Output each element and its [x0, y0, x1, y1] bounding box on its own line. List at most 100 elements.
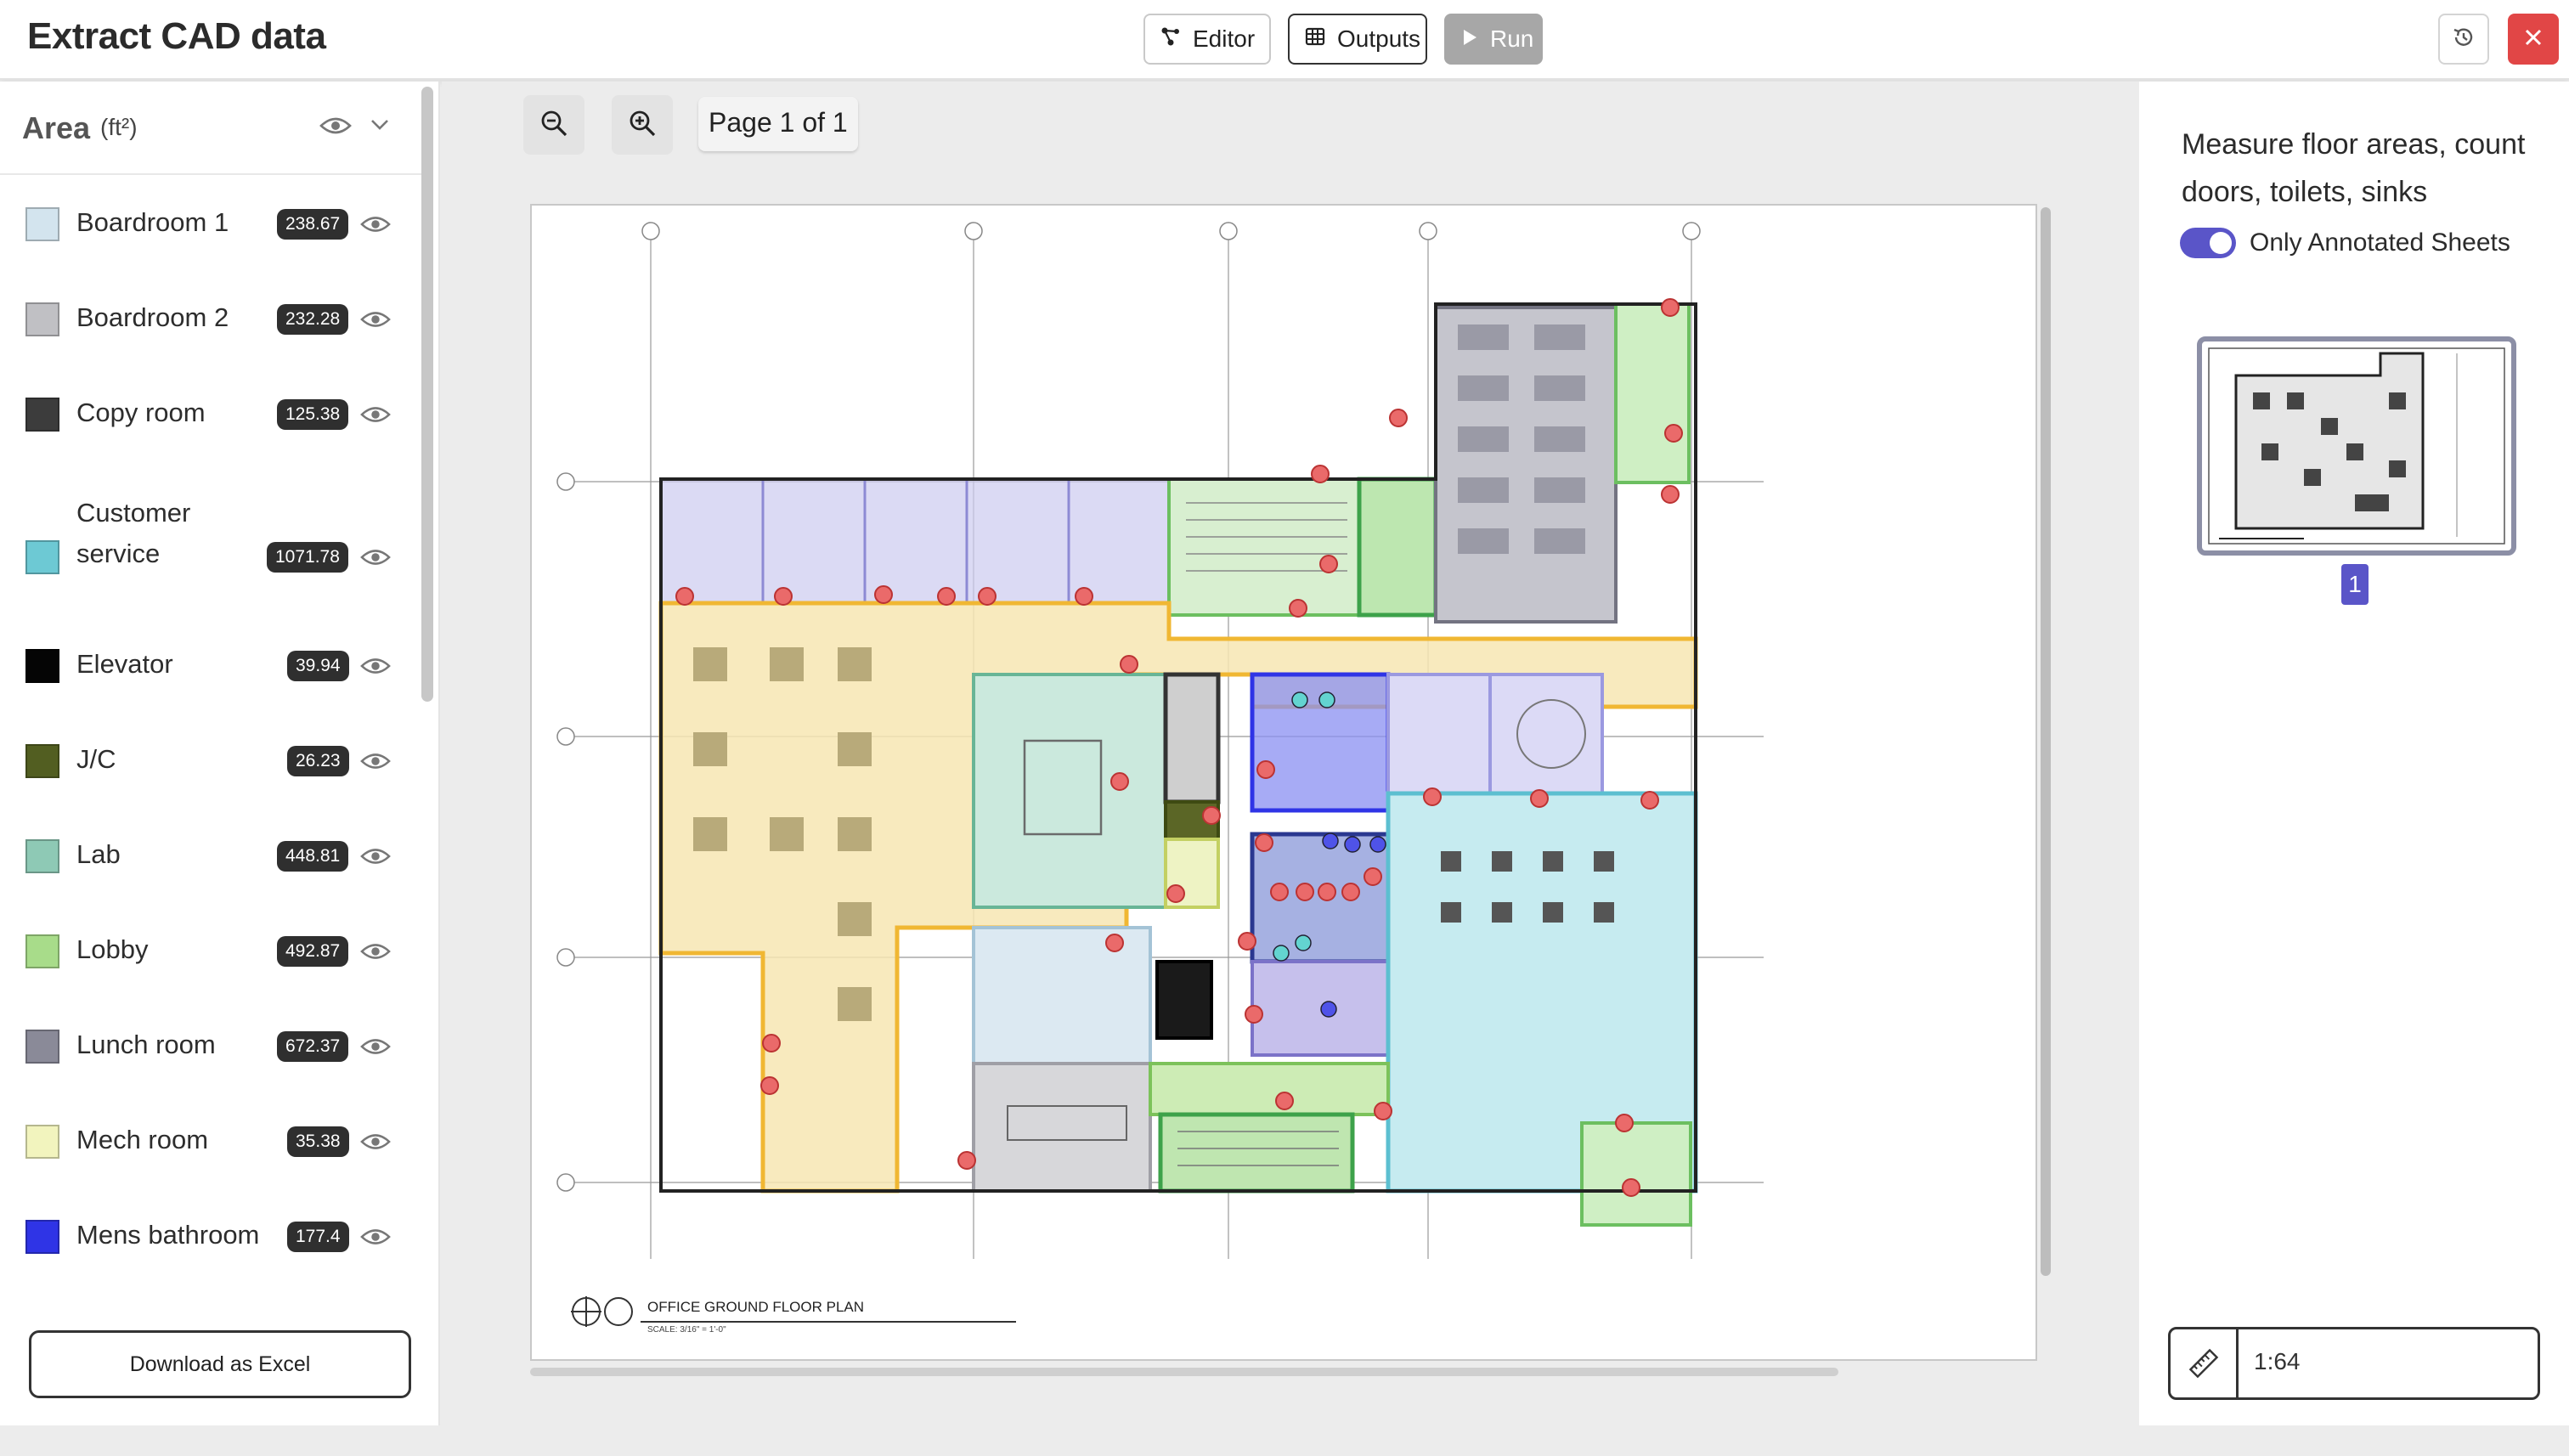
area-value-badge: 26.23: [287, 746, 349, 776]
color-swatch: [25, 1220, 59, 1254]
play-icon: [1461, 25, 1478, 53]
app-title: Extract CAD data: [27, 15, 326, 57]
legend-label: J/C: [76, 744, 116, 774]
eye-icon[interactable]: [360, 656, 391, 680]
legend-label: Lab: [76, 839, 121, 869]
legend-label: Boardroom 2: [76, 302, 229, 332]
legend-item-mech-room[interactable]: Mech room 35.38: [0, 1094, 425, 1189]
area-header: Area (ft²): [0, 82, 425, 175]
legend-item-jc[interactable]: J/C 26.23: [0, 714, 425, 809]
legend-item-lunch-room[interactable]: Lunch room 672.37: [0, 999, 425, 1094]
color-swatch: [25, 302, 59, 336]
area-value-badge: 1071.78: [267, 542, 348, 573]
legend-label: Copy room: [76, 398, 206, 427]
legend-label: Elevator: [76, 649, 173, 679]
area-value-badge: 39.94: [287, 651, 349, 681]
task-description: Measure floor areas, count doors, toilet…: [2182, 128, 2526, 208]
zoom-out-icon: [539, 108, 569, 143]
zoom-out-button[interactable]: [523, 95, 584, 155]
color-swatch: [25, 934, 59, 968]
legend-label: Mech room: [76, 1125, 209, 1154]
plan-title: OFFICE GROUND FLOOR PLAN: [647, 1299, 864, 1315]
editor-button[interactable]: Editor: [1143, 14, 1271, 65]
outputs-label: Outputs: [1337, 25, 1421, 52]
legend-item-lab[interactable]: Lab 448.81: [0, 809, 425, 904]
legend-item-customer-service[interactable]: Customer service 1071.78: [0, 462, 425, 598]
scale-input[interactable]: 1:64: [2254, 1348, 2301, 1375]
page-number-badge[interactable]: 1: [2341, 564, 2369, 605]
eye-icon[interactable]: [360, 846, 391, 871]
area-value-badge: 672.37: [277, 1031, 349, 1062]
eye-icon[interactable]: [319, 116, 352, 140]
close-button[interactable]: [2508, 14, 2559, 65]
zoom-in-icon: [627, 108, 658, 143]
legend-item-copy-room[interactable]: Copy room 125.38: [0, 367, 425, 462]
legend-item-elevator[interactable]: Elevator 39.94: [0, 618, 425, 714]
toggle-label: Only Annotated Sheets: [2250, 229, 2510, 257]
table-icon: [1305, 25, 1325, 53]
legend-item-boardroom-1[interactable]: Boardroom 1 238.67: [0, 177, 425, 272]
outputs-button[interactable]: Outputs: [1288, 14, 1427, 65]
area-unit: (ft²): [100, 114, 138, 140]
floor-plan-sheet[interactable]: OFFICE GROUND FLOOR PLAN SCALE: 3/16" = …: [530, 204, 2037, 1361]
eye-icon[interactable]: [360, 404, 391, 429]
area-value-badge: 492.87: [277, 936, 349, 967]
run-button[interactable]: Run: [1444, 14, 1543, 65]
color-swatch: [25, 1125, 59, 1159]
area-value-badge: 448.81: [277, 841, 349, 872]
legend-item-boardroom-2[interactable]: Boardroom 2 232.28: [0, 272, 425, 367]
graph-nodes-icon: [1160, 25, 1181, 53]
history-icon: [2451, 25, 2476, 54]
area-value-badge: 35.38: [287, 1126, 349, 1157]
area-value-badge: 232.28: [277, 304, 349, 335]
color-swatch: [25, 207, 59, 241]
sidebar-scrollbar[interactable]: [421, 87, 433, 702]
area-value-badge: 125.38: [277, 399, 349, 430]
eye-icon[interactable]: [360, 1132, 391, 1156]
eye-icon[interactable]: [360, 1036, 391, 1061]
plan-horizontal-scrollbar[interactable]: [530, 1368, 1838, 1376]
annotated-sheets-toggle[interactable]: [2180, 228, 2236, 258]
eye-icon[interactable]: [360, 751, 391, 776]
area-value-badge: 177.4: [287, 1222, 349, 1252]
color-swatch: [25, 649, 59, 683]
history-button[interactable]: [2438, 14, 2489, 65]
close-icon: [2522, 26, 2544, 53]
scale-input-group[interactable]: 1:64: [2168, 1327, 2540, 1400]
eye-icon[interactable]: [360, 1227, 391, 1251]
area-sidebar: Area (ft²) Boardroom 1 238.67 Boardroom …: [0, 82, 440, 1425]
floor-plan-drawing: OFFICE GROUND FLOOR PLAN SCALE: 3/16" = …: [556, 222, 1764, 1335]
toggle-knob: [2210, 232, 2232, 254]
legend-label: Boardroom 1: [76, 207, 229, 237]
pages-panel: Measure floor areas, count doors, toilet…: [2139, 82, 2569, 1425]
color-swatch: [25, 540, 59, 574]
zoom-in-button[interactable]: [612, 95, 673, 155]
eye-icon[interactable]: [360, 214, 391, 239]
chevron-down-icon[interactable]: [370, 119, 389, 135]
color-swatch: [25, 1030, 59, 1064]
legend-item-lobby[interactable]: Lobby 492.87: [0, 904, 425, 999]
page-indicator: Page 1 of 1: [698, 97, 858, 151]
color-swatch: [25, 744, 59, 778]
legend-label: Customer service: [76, 498, 191, 568]
download-excel-button[interactable]: Download as Excel: [29, 1330, 411, 1398]
run-label: Run: [1490, 25, 1534, 52]
eye-icon[interactable]: [360, 309, 391, 334]
plan-viewer: Page 1 of 1 OFFICE GROUND FLOOR PLAN SCA…: [442, 82, 2139, 1425]
legend-label: Lobby: [76, 934, 149, 964]
plan-vertical-scrollbar[interactable]: [2041, 207, 2051, 1276]
legend-label: Lunch room: [76, 1030, 216, 1059]
page-thumbnail[interactable]: [2197, 336, 2516, 556]
area-title: Area: [22, 110, 91, 145]
area-value-badge: 238.67: [277, 209, 349, 240]
top-bar: Extract CAD data Editor Outputs Run: [0, 0, 2569, 80]
ruler-icon: [2171, 1329, 2239, 1397]
legend-item-mens-bathroom[interactable]: Mens bathroom 177.4: [0, 1189, 425, 1284]
color-swatch: [25, 839, 59, 873]
editor-label: Editor: [1193, 25, 1256, 52]
plan-scale-note: SCALE: 3/16" = 1'-0": [647, 1325, 726, 1335]
legend-label: Mens bathroom: [76, 1220, 260, 1250]
eye-icon[interactable]: [360, 547, 391, 572]
eye-icon[interactable]: [360, 941, 391, 966]
color-swatch: [25, 398, 59, 432]
